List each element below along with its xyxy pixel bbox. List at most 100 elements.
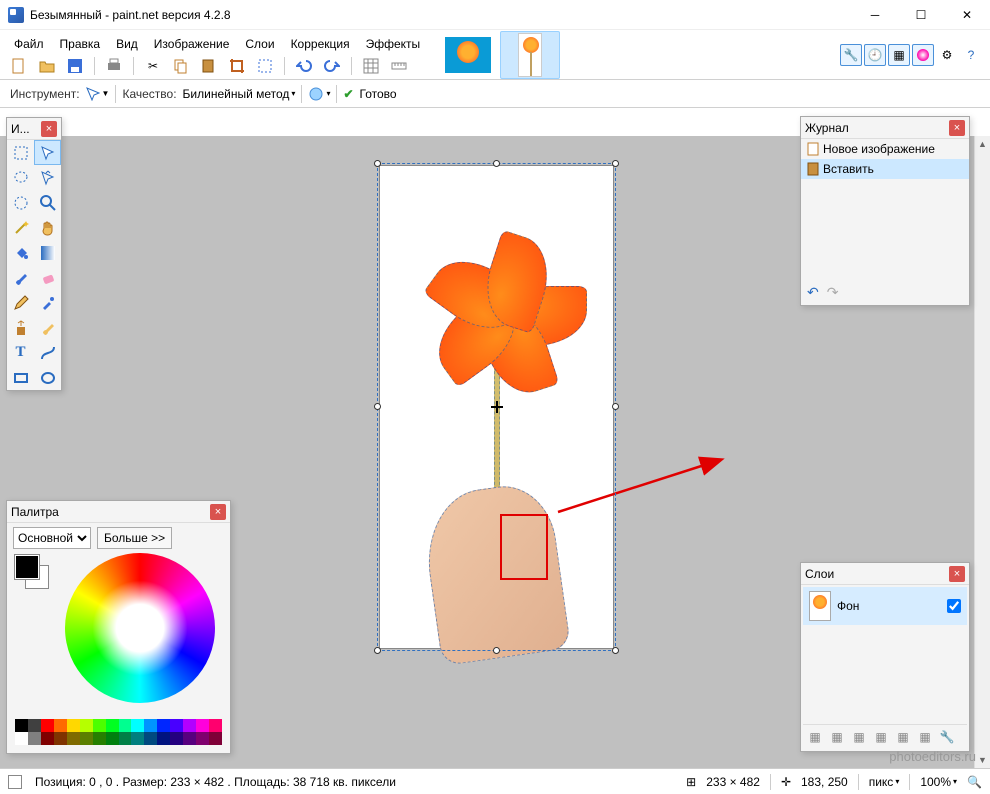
grid-icon[interactable] [360, 55, 382, 77]
history-undo-icon[interactable]: ↶ [807, 284, 819, 301]
color-palette-strip[interactable] [15, 719, 222, 745]
doc-thumb-1[interactable] [438, 31, 498, 79]
color-mode-select[interactable]: Основной [13, 527, 91, 549]
menu-view[interactable]: Вид [108, 35, 146, 53]
layers-panel[interactable]: Слои× Фон ▦ ▦ ▦ ▦ ▦ ▦ 🔧 [800, 562, 970, 752]
lasso-tool[interactable] [7, 165, 34, 190]
brush-tool[interactable] [7, 265, 34, 290]
scroll-up-icon[interactable]: ▲ [975, 136, 990, 152]
print-icon[interactable] [103, 55, 125, 77]
recolor-tool[interactable] [34, 315, 61, 340]
scroll-down-icon[interactable]: ▼ [975, 752, 990, 768]
handle-mr[interactable] [612, 403, 619, 410]
tools-window-icon[interactable]: 🔧 [840, 44, 862, 66]
crop-icon[interactable] [226, 55, 248, 77]
text-tool[interactable]: T [7, 340, 34, 365]
merge-layer-icon[interactable]: ▦ [871, 727, 891, 747]
pan-tool[interactable] [34, 215, 61, 240]
layers-window-icon[interactable]: ▦ [888, 44, 910, 66]
history-item-new[interactable]: Новое изображение [801, 139, 969, 159]
new-icon[interactable] [8, 55, 30, 77]
sampling-dropdown[interactable]: ▾ [308, 86, 330, 102]
menu-image[interactable]: Изображение [146, 35, 238, 53]
handle-ml[interactable] [374, 403, 381, 410]
menu-adjustments[interactable]: Коррекция [283, 35, 358, 53]
primary-color-swatch[interactable] [15, 555, 39, 579]
doc-thumb-2[interactable] [500, 31, 560, 79]
move-down-icon[interactable]: ▦ [915, 727, 935, 747]
magic-wand-tool[interactable] [7, 215, 34, 240]
color-more-button[interactable]: Больше >> [97, 527, 172, 549]
zoom-dropdown[interactable]: 100% ▾ [920, 775, 957, 789]
rect-select-tool[interactable] [7, 140, 34, 165]
paste-icon[interactable] [198, 55, 220, 77]
layers-close-icon[interactable]: × [949, 566, 965, 582]
add-layer-icon[interactable]: ▦ [805, 727, 825, 747]
layer-row[interactable]: Фон [803, 587, 967, 625]
history-redo-icon[interactable]: ↷ [827, 284, 839, 301]
zoom-tool[interactable] [34, 190, 61, 215]
colors-window-icon[interactable] [912, 44, 934, 66]
copy-icon[interactable] [170, 55, 192, 77]
deselect-icon[interactable] [254, 55, 276, 77]
ruler-icon[interactable] [388, 55, 410, 77]
close-button[interactable]: ✕ [944, 0, 990, 30]
gradient-tool[interactable] [34, 240, 61, 265]
eraser-tool[interactable] [34, 265, 61, 290]
ellipse-tool[interactable] [34, 365, 61, 390]
tools-close-icon[interactable]: × [41, 121, 57, 137]
open-icon[interactable] [36, 55, 58, 77]
undo-icon[interactable] [293, 55, 315, 77]
move-center-icon[interactable] [491, 401, 503, 413]
history-item-paste[interactable]: Вставить [801, 159, 969, 179]
quality-dropdown[interactable]: Билинейный метод ▾ [183, 87, 296, 101]
rect-tool[interactable] [7, 365, 34, 390]
maximize-button[interactable]: ☐ [898, 0, 944, 30]
move-up-icon[interactable]: ▦ [893, 727, 913, 747]
active-tool-dropdown[interactable]: ▼ [86, 87, 110, 101]
delete-layer-icon[interactable]: ▦ [827, 727, 847, 747]
handle-bl[interactable] [374, 647, 381, 654]
vertical-scrollbar[interactable]: ▲ ▼ [974, 136, 990, 768]
zoom-tool-icon[interactable]: 🔍 [967, 775, 982, 789]
duplicate-layer-icon[interactable]: ▦ [849, 727, 869, 747]
handle-tr[interactable] [612, 160, 619, 167]
history-panel[interactable]: Журнал× Новое изображение Вставить ↶ ↷ [800, 116, 970, 306]
history-window-icon[interactable]: 🕘 [864, 44, 886, 66]
cut-icon[interactable]: ✂ [142, 55, 164, 77]
color-close-icon[interactable]: × [210, 504, 226, 520]
move-selection-tool[interactable] [34, 165, 61, 190]
menu-edit[interactable]: Правка [52, 35, 109, 53]
handle-tm[interactable] [493, 160, 500, 167]
selection-rect[interactable] [377, 163, 616, 651]
canvas[interactable] [380, 166, 613, 648]
save-icon[interactable] [64, 55, 86, 77]
menu-file[interactable]: Файл [6, 35, 52, 53]
handle-tl[interactable] [374, 160, 381, 167]
units-dropdown[interactable]: пикс ▾ [869, 775, 900, 789]
layer-props-icon[interactable]: 🔧 [937, 727, 957, 747]
menu-layers[interactable]: Слои [237, 35, 282, 53]
redo-icon[interactable] [321, 55, 343, 77]
handle-br[interactable] [612, 647, 619, 654]
settings-icon[interactable]: ⚙ [936, 44, 958, 66]
tool-label: Инструмент: [10, 87, 80, 101]
line-tool[interactable] [34, 340, 61, 365]
help-icon[interactable]: ? [960, 44, 982, 66]
menu-effects[interactable]: Эффекты [358, 35, 429, 53]
ellipse-select-tool[interactable] [7, 190, 34, 215]
clone-tool[interactable] [7, 315, 34, 340]
tools-panel[interactable]: И...× T [6, 117, 62, 391]
move-tool[interactable] [34, 140, 61, 165]
check-icon: ✔ [343, 87, 353, 101]
pencil-tool[interactable] [7, 290, 34, 315]
minimize-button[interactable]: ─ [852, 0, 898, 30]
eyedropper-tool[interactable] [34, 290, 61, 315]
history-close-icon[interactable]: × [949, 120, 965, 136]
color-wheel[interactable] [65, 553, 215, 703]
layer-visible-checkbox[interactable] [947, 599, 961, 613]
handle-bm[interactable] [493, 647, 500, 654]
bucket-tool[interactable] [7, 240, 34, 265]
color-panel[interactable]: Палитра× Основной Больше >> [6, 500, 231, 754]
status-dims: 233 × 482 [706, 775, 760, 789]
